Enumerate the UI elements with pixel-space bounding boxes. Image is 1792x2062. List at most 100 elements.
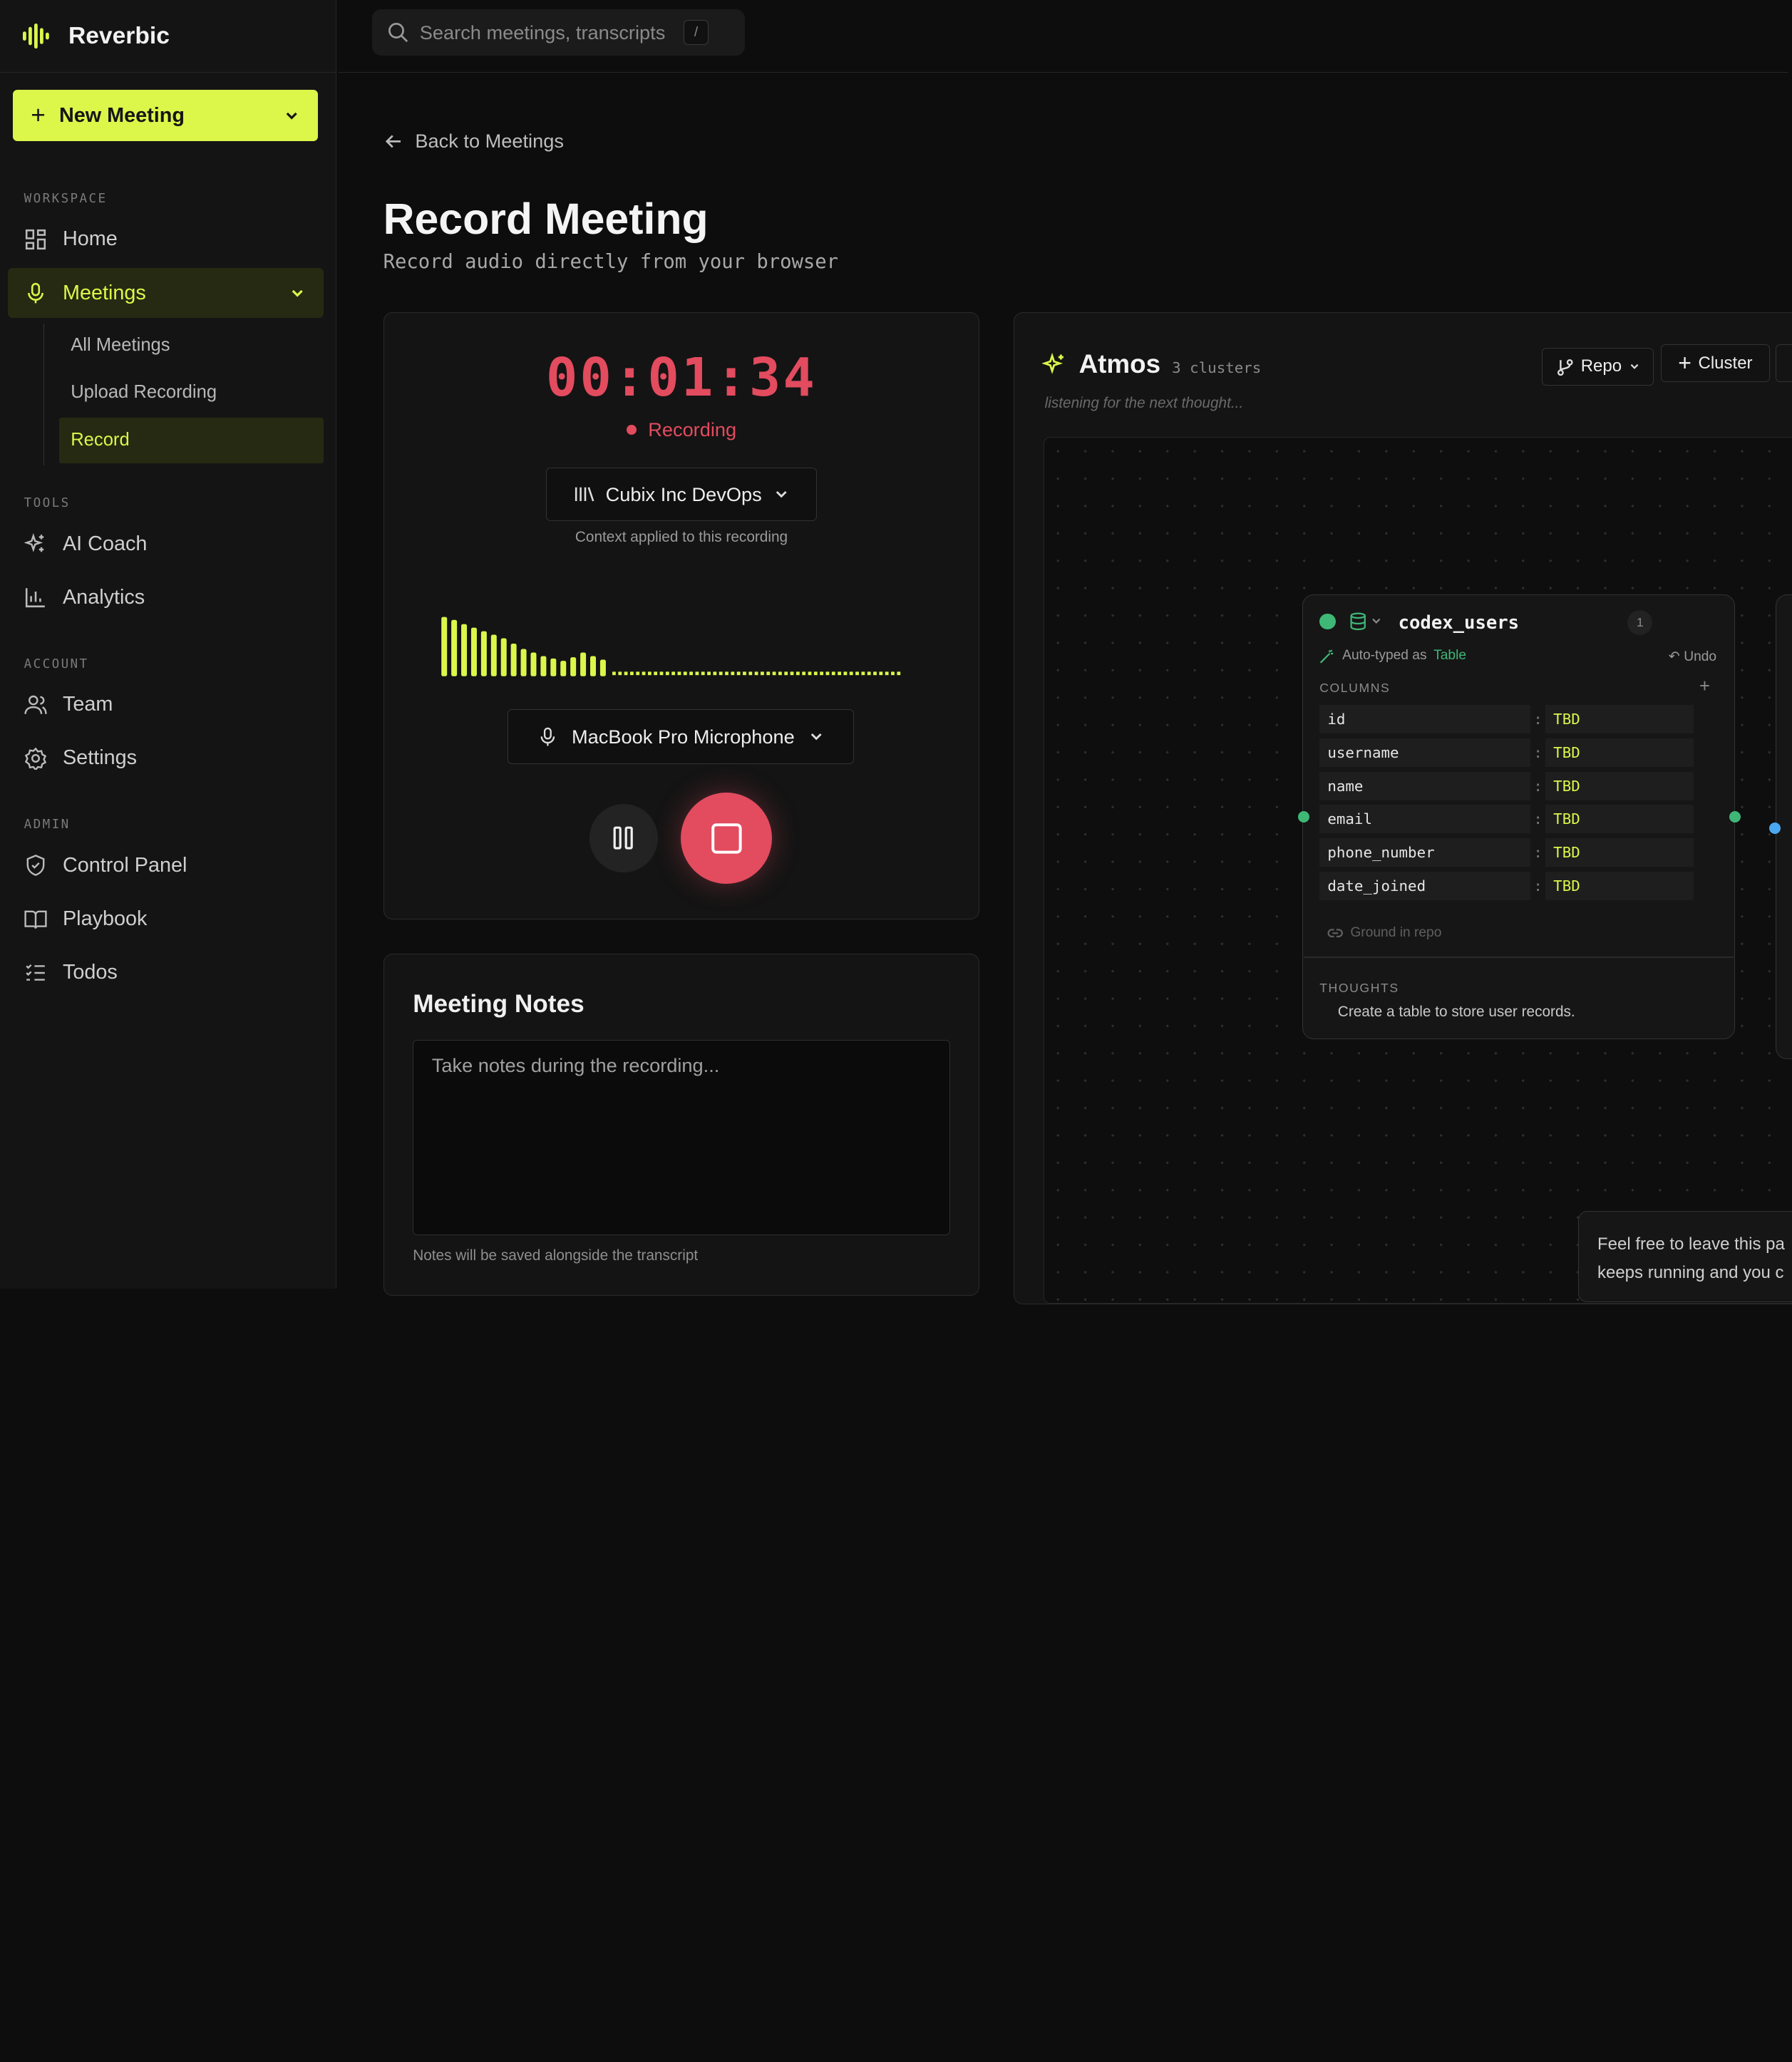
column-name[interactable]: id	[1319, 704, 1531, 733]
level-dot	[802, 671, 806, 676]
level-dot	[748, 671, 753, 676]
node-port-right[interactable]	[1729, 810, 1741, 823]
recording-dot-icon	[626, 424, 637, 435]
submenu-line	[43, 324, 45, 465]
chevron-down-icon[interactable]	[289, 285, 305, 301]
toast-line-2: keeps running and you c	[1597, 1262, 1784, 1282]
level-dot	[772, 671, 776, 676]
context-note: Context applied to this recording	[575, 529, 788, 546]
new-meeting-label: New Meeting	[58, 103, 185, 127]
add-cluster-button[interactable]: + Cluster	[1660, 344, 1771, 382]
column-type[interactable]: TBD	[1545, 805, 1694, 834]
bar-chart-icon	[25, 588, 45, 608]
undo-label: Undo	[1684, 649, 1717, 664]
repo-label: Repo	[1580, 356, 1622, 376]
search-input[interactable]: Search meetings, transcripts /	[371, 9, 745, 56]
node-port-left[interactable]	[1297, 810, 1309, 823]
sidebar-subitem-record[interactable]: Record	[59, 417, 324, 463]
pause-icon	[613, 827, 633, 850]
level-dot	[642, 671, 646, 676]
sidebar-item-control-panel[interactable]: Control Panel	[8, 840, 324, 890]
sidebar-item-todos[interactable]: Todos	[8, 948, 324, 998]
context-select[interactable]: Cubix Inc DevOps	[546, 468, 817, 522]
sidebar-item-label: Analytics	[62, 585, 145, 609]
column-row[interactable]: id: TBD	[1319, 704, 1694, 733]
ground-in-repo-button[interactable]: Ground in repo	[1327, 925, 1441, 941]
column-type[interactable]: TBD	[1545, 738, 1694, 767]
chevron-down-icon[interactable]	[284, 108, 299, 123]
sidebar-item-playbook[interactable]: Playbook	[8, 894, 324, 944]
repo-button[interactable]: Repo	[1542, 348, 1654, 386]
level-bar	[540, 656, 547, 676]
level-dot	[879, 671, 883, 676]
level-dot	[743, 671, 746, 676]
column-name[interactable]: email	[1319, 805, 1531, 834]
stop-button[interactable]	[681, 793, 773, 884]
sidebar-item-settings[interactable]: Settings	[8, 733, 324, 783]
database-icon[interactable]	[1350, 612, 1382, 631]
level-dot	[838, 671, 841, 676]
chevron-down-icon	[1630, 364, 1639, 370]
users-icon	[24, 695, 47, 714]
sparkles-icon	[24, 533, 43, 552]
column-type[interactable]: TBD	[1545, 838, 1694, 867]
sidebar-item-label: Team	[62, 693, 113, 716]
add-column-plus-icon[interactable]: +	[1699, 676, 1710, 697]
sidebar-item-analytics[interactable]: Analytics	[8, 572, 324, 622]
undo-button[interactable]: ↶ Undo	[1669, 648, 1716, 665]
new-meeting-button[interactable]: + New Meeting	[12, 90, 319, 142]
microphone-icon	[27, 283, 43, 304]
level-bar	[480, 631, 487, 676]
sidebar-item-meetings[interactable]: Meetings	[8, 268, 324, 319]
column-row[interactable]: name: TBD	[1319, 771, 1694, 800]
level-dot	[707, 671, 711, 676]
meeting-notes-textarea[interactable]: Take notes during the recording...	[413, 1040, 950, 1235]
node-type: Table	[1433, 647, 1467, 663]
sidebar-subitem-all-meetings[interactable]: All Meetings	[59, 323, 324, 368]
column-name[interactable]: phone_number	[1319, 838, 1531, 867]
column-name[interactable]: date_joined	[1319, 872, 1531, 901]
brand[interactable]: Reverbic	[0, 0, 336, 73]
back-to-meetings-link[interactable]: Back to Meetings	[383, 130, 564, 153]
level-dot	[849, 671, 853, 676]
column-row[interactable]: email: TBD	[1319, 805, 1694, 834]
plus-icon: +	[31, 101, 46, 130]
app-name: Reverbic	[68, 22, 170, 49]
audio-level-meter	[441, 617, 901, 676]
column-type[interactable]: TBD	[1545, 872, 1694, 901]
search-icon	[388, 23, 408, 43]
level-dot	[831, 671, 835, 676]
column-name[interactable]: username	[1319, 738, 1531, 767]
gear-icon	[24, 747, 46, 770]
level-bar	[510, 644, 517, 676]
sidebar-item-team[interactable]: Team	[8, 680, 324, 730]
more-button[interactable]	[1776, 344, 1792, 382]
column-row[interactable]: phone_number: TBD	[1319, 838, 1694, 867]
node-port-blue[interactable]	[1768, 822, 1781, 834]
column-separator: :	[1533, 877, 1543, 895]
level-dot	[636, 671, 640, 676]
columns-header: COLUMNS	[1319, 681, 1391, 696]
level-bar	[441, 617, 448, 676]
column-name[interactable]: name	[1319, 771, 1531, 800]
column-row[interactable]: username: TBD	[1319, 738, 1694, 767]
atmos-header: Atmos 3 clusters	[1079, 349, 1262, 379]
level-bar	[550, 658, 557, 676]
sidebar-item-home[interactable]: Home	[8, 215, 324, 264]
column-row[interactable]: date_joined: TBD	[1319, 872, 1694, 901]
column-type[interactable]: TBD	[1545, 771, 1694, 800]
level-dot	[843, 671, 848, 676]
section-workspace: WORKSPACE	[24, 191, 108, 206]
sidebar-item-ai-coach[interactable]: AI Coach	[8, 519, 324, 569]
level-bar	[470, 627, 477, 676]
microphone-select[interactable]: MacBook Pro Microphone	[508, 709, 855, 764]
column-type[interactable]: TBD	[1545, 704, 1694, 733]
pause-button[interactable]	[589, 804, 659, 872]
level-bar	[599, 659, 606, 676]
chevron-down-icon	[776, 491, 787, 498]
level-dot	[665, 671, 669, 676]
level-dot	[689, 671, 693, 676]
sidebar-subitem-upload-recording[interactable]: Upload Recording	[59, 369, 324, 415]
level-bar	[451, 619, 458, 676]
level-dot	[713, 671, 717, 676]
